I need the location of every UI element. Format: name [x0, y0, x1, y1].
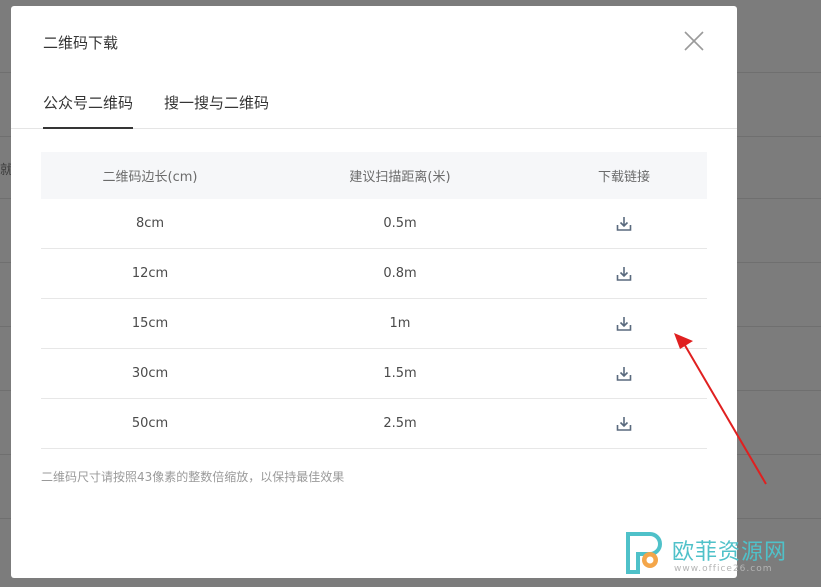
header-size: 二维码边长(cm): [102, 170, 198, 185]
download-icon: [616, 216, 632, 231]
download-icon: [616, 266, 632, 281]
cell-distance: 0.8m: [383, 266, 417, 281]
qr-size-table: 二维码边长(cm) 建议扫描距离(米) 下载链接 8cm 0.5m 12cm 0…: [41, 152, 707, 449]
download-button[interactable]: [615, 365, 633, 383]
watermark-logo-icon: [626, 532, 662, 574]
download-cell: [541, 415, 707, 433]
table-row: 8cm 0.5m: [41, 199, 707, 249]
cell-distance: 2.5m: [383, 416, 417, 431]
header-download: 下载链接: [597, 170, 650, 185]
qr-download-dialog: 二维码下载 公众号二维码 搜一搜与二维码 二维码边长(cm) 建议扫描距离(米)…: [11, 6, 737, 578]
cell-distance: 1m: [389, 316, 411, 331]
download-button[interactable]: [615, 265, 633, 283]
watermark-brand: 欧菲资源网: [672, 540, 788, 565]
download-button[interactable]: [615, 215, 633, 233]
download-cell: [541, 315, 707, 333]
cell-size: 50cm: [131, 416, 169, 431]
download-button[interactable]: [615, 315, 633, 333]
table-row: 50cm 2.5m: [41, 399, 707, 449]
cell-distance: 1.5m: [383, 366, 417, 381]
site-watermark: 欧菲资源网 www.office26.com: [616, 528, 816, 582]
watermark-site: www.office26.com: [674, 564, 773, 574]
download-button[interactable]: [615, 415, 633, 433]
header-distance: 建议扫描距离(米): [349, 170, 451, 185]
cell-distance: 0.5m: [383, 216, 417, 231]
close-button[interactable]: [683, 30, 705, 52]
table-header: 二维码边长(cm) 建议扫描距离(米) 下载链接: [41, 152, 707, 199]
download-cell: [541, 215, 707, 233]
download-icon: [616, 366, 632, 381]
download-icon: [616, 316, 632, 331]
dialog-title: 二维码下载: [43, 34, 119, 52]
table-row: 12cm 0.8m: [41, 249, 707, 299]
download-cell: [541, 265, 707, 283]
download-icon: [616, 416, 632, 431]
cell-size: 15cm: [131, 316, 169, 331]
cell-size: 30cm: [131, 366, 169, 381]
table-row: 15cm 1m: [41, 299, 707, 349]
tab-search-qr[interactable]: 搜一搜与二维码: [164, 92, 269, 127]
download-cell: [541, 365, 707, 383]
cell-size: 12cm: [131, 266, 169, 281]
size-note: 二维码尺寸请按照43像素的整数倍缩放，以保持最佳效果: [41, 470, 345, 484]
close-icon: [684, 31, 704, 51]
table-row: 30cm 1.5m: [41, 349, 707, 399]
tab-bar: 公众号二维码 搜一搜与二维码: [11, 76, 737, 129]
cell-size: 8cm: [135, 216, 165, 231]
tab-official-account-qr[interactable]: 公众号二维码: [43, 92, 134, 129]
